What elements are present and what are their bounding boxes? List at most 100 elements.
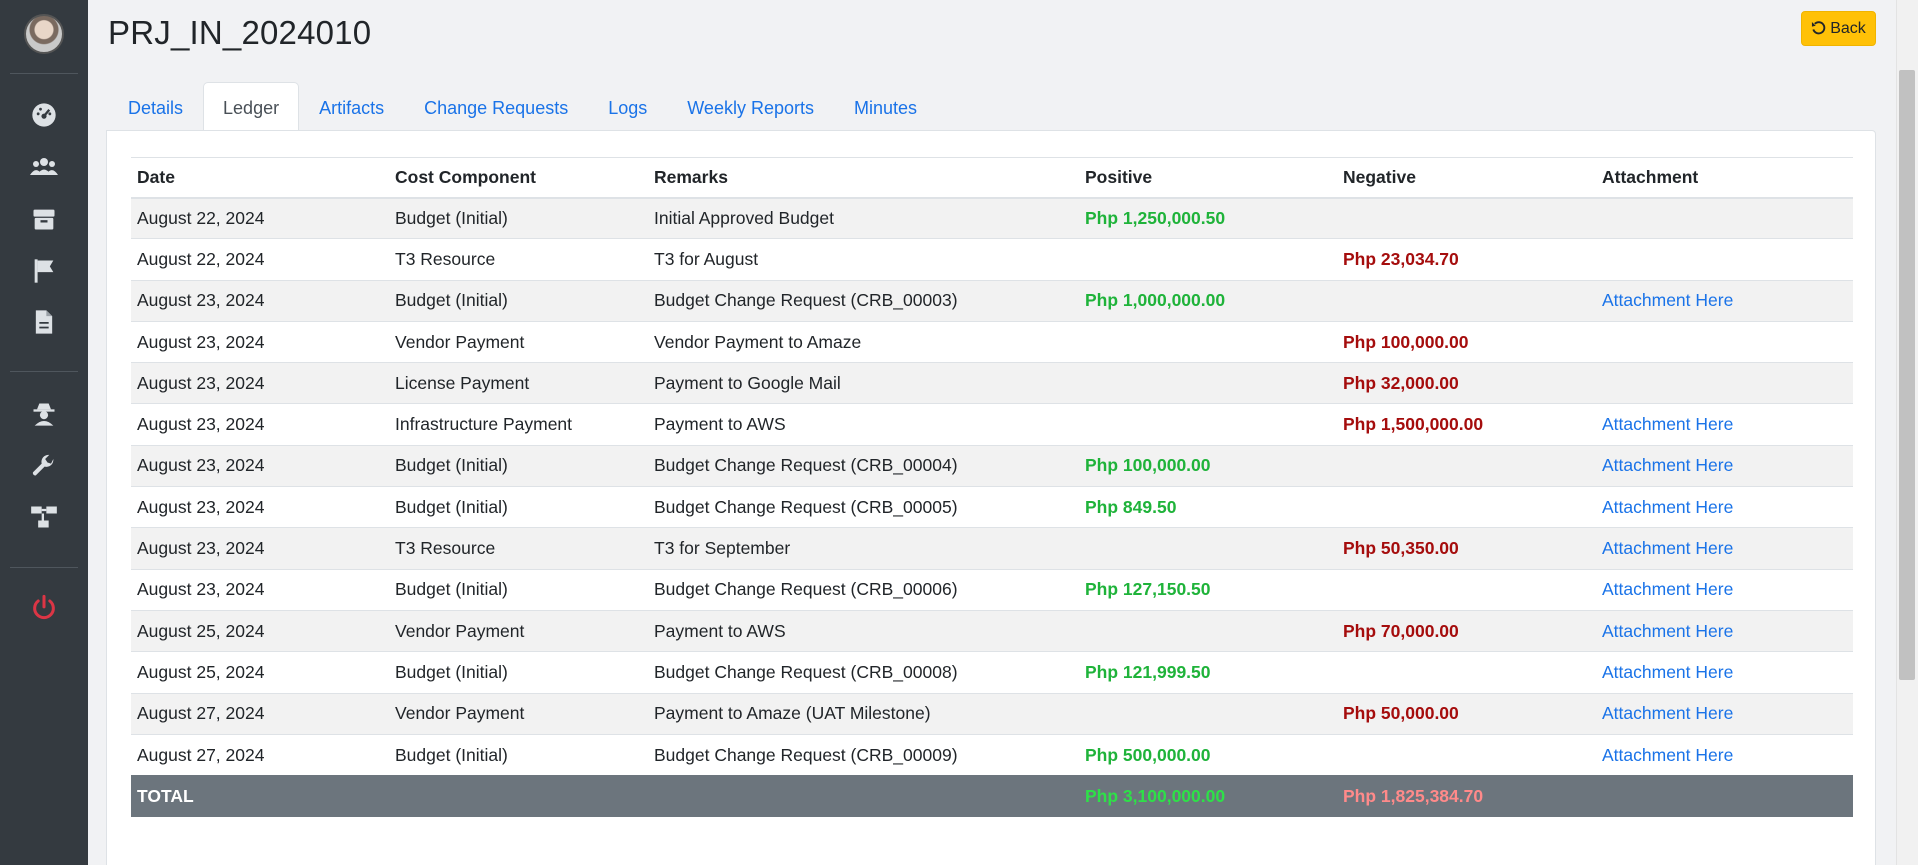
cell-negative: Php 1,500,000.00 [1337,403,1596,446]
attachment-link[interactable]: Attachment Here [1596,692,1853,735]
cell-positive: Php 1,250,000.50 [1079,196,1337,239]
users-icon[interactable] [28,151,60,183]
tab-minutes[interactable]: Minutes [834,82,937,130]
header-cost-component: Cost Component [389,157,648,199]
cell-remarks: T3 for September [648,527,1079,570]
cell-negative: Php 50,350.00 [1337,527,1596,570]
attachment-link[interactable]: Attachment Here [1596,486,1853,528]
cell-remarks: Payment to AWS [648,403,1079,446]
total-cell [1596,775,1853,817]
cell-date: August 23, 2024 [131,320,389,363]
tab-details[interactable]: Details [108,82,203,130]
cell-cost-component: Vendor Payment [389,609,648,652]
sidebar-divider [10,73,78,74]
attachment-link[interactable]: Attachment Here [1596,527,1853,570]
cell-cost-component: Infrastructure Payment [389,403,648,446]
cell-date: August 25, 2024 [131,651,389,694]
cell-cost-component: Vendor Payment [389,320,648,363]
table-row: August 23, 2024 Budget (Initial) Budget Ch… [131,444,1853,487]
cell-date: August 23, 2024 [131,527,389,570]
table-row: August 25, 2024 Budget (Initial) Budget Ch… [131,651,1853,694]
avatar[interactable] [24,14,64,54]
tab-change-requests[interactable]: Change Requests [404,82,588,130]
cell-positive: Php 127,150.50 [1079,568,1337,611]
flag-icon[interactable] [28,255,60,287]
user-secret-icon[interactable] [28,398,60,430]
cell-negative: Php 23,034.70 [1337,238,1596,281]
ledger-card: Date Cost Component Remarks Positive Neg… [106,130,1876,865]
total-row: TOTAL Php 3,100,000.00 Php 1,825,384.70 [131,775,1853,817]
cell-date: August 23, 2024 [131,486,389,528]
cell-remarks: Payment to Google Mail [648,362,1079,404]
cell-date: August 23, 2024 [131,279,389,322]
attachment-link[interactable]: Attachment Here [1596,609,1853,652]
attachment-link[interactable]: Attachment Here [1596,444,1853,487]
cell-cost-component: Budget (Initial) [389,733,648,776]
cell-positive [1079,362,1337,404]
cell-positive [1079,403,1337,446]
cell-negative: Php 50,000.00 [1337,692,1596,735]
tab-weekly-reports[interactable]: Weekly Reports [667,82,834,130]
cell-cost-component: License Payment [389,362,648,404]
attachment-link[interactable]: Attachment Here [1596,651,1853,694]
cell-cost-component: Budget (Initial) [389,279,648,322]
network-icon[interactable] [28,501,60,533]
table-row: August 23, 2024 Budget (Initial) Budget Ch… [131,568,1853,611]
tab-bar: Details Ledger Artifacts Change Requests… [108,82,937,130]
cell-negative [1337,444,1596,487]
cell-date: August 27, 2024 [131,733,389,776]
page-title: PRJ_IN_2024010 [108,14,372,51]
table-row: August 23, 2024 License Payment Payment to… [131,362,1853,404]
cell-positive: Php 500,000.00 [1079,733,1337,776]
attachment-link[interactable]: Attachment Here [1596,279,1853,322]
attachment-link[interactable]: Attachment Here [1596,733,1853,776]
cell-remarks: Vendor Payment to Amaze [648,320,1079,363]
header-negative: Negative [1337,157,1596,199]
cell-remarks: Budget Change Request (CRB_00009) [648,733,1079,776]
cell-date: August 22, 2024 [131,196,389,239]
header-attachment: Attachment [1596,157,1853,199]
cell-date: August 25, 2024 [131,609,389,652]
cell-negative [1337,733,1596,776]
power-icon[interactable] [28,592,60,624]
tab-artifacts[interactable]: Artifacts [299,82,404,130]
ledger-table: Date Cost Component Remarks Positive Neg… [131,157,1853,817]
cell-cost-component: Budget (Initial) [389,486,648,528]
table-header-row: Date Cost Component Remarks Positive Neg… [131,157,1853,199]
cell-positive: Php 849.50 [1079,486,1337,528]
back-button[interactable]: Back [1801,11,1876,46]
table-row: August 23, 2024 Vendor Payment Vendor Paym… [131,320,1853,363]
file-icon[interactable] [28,306,60,338]
cell-positive: Php 1,000,000.00 [1079,279,1337,322]
cell-date: August 23, 2024 [131,444,389,487]
wrench-icon[interactable] [28,450,60,482]
back-button-label: Back [1830,19,1866,37]
tab-logs[interactable]: Logs [588,82,667,130]
total-cell [389,775,648,817]
attachment-link[interactable]: Attachment Here [1596,403,1853,446]
sidebar-divider [10,567,78,568]
table-row: August 25, 2024 Vendor Payment Payment to … [131,609,1853,652]
ledger-body: August 22, 2024 Budget (Initial) Initial A… [131,196,1853,817]
cell-cost-component: Budget (Initial) [389,444,648,487]
cell-positive [1079,692,1337,735]
cell-attachment [1596,362,1853,404]
cell-remarks: Budget Change Request (CRB_00005) [648,486,1079,528]
table-row: August 27, 2024 Budget (Initial) Budget Ch… [131,733,1853,776]
cell-cost-component: Vendor Payment [389,692,648,735]
total-positive: Php 3,100,000.00 [1079,775,1337,817]
total-cell [648,775,1079,817]
undo-icon [1812,21,1826,35]
cell-remarks: Budget Change Request (CRB_00008) [648,651,1079,694]
tab-ledger[interactable]: Ledger [203,82,300,130]
dashboard-icon[interactable] [28,99,60,131]
cell-remarks: Payment to Amaze (UAT Milestone) [648,692,1079,735]
scrollbar-thumb[interactable] [1899,70,1915,680]
box-icon[interactable] [28,203,60,235]
header-positive: Positive [1079,157,1337,199]
cell-cost-component: Budget (Initial) [389,651,648,694]
cell-attachment [1596,320,1853,363]
attachment-link[interactable]: Attachment Here [1596,568,1853,611]
cell-remarks: Budget Change Request (CRB_00003) [648,279,1079,322]
cell-cost-component: T3 Resource [389,527,648,570]
